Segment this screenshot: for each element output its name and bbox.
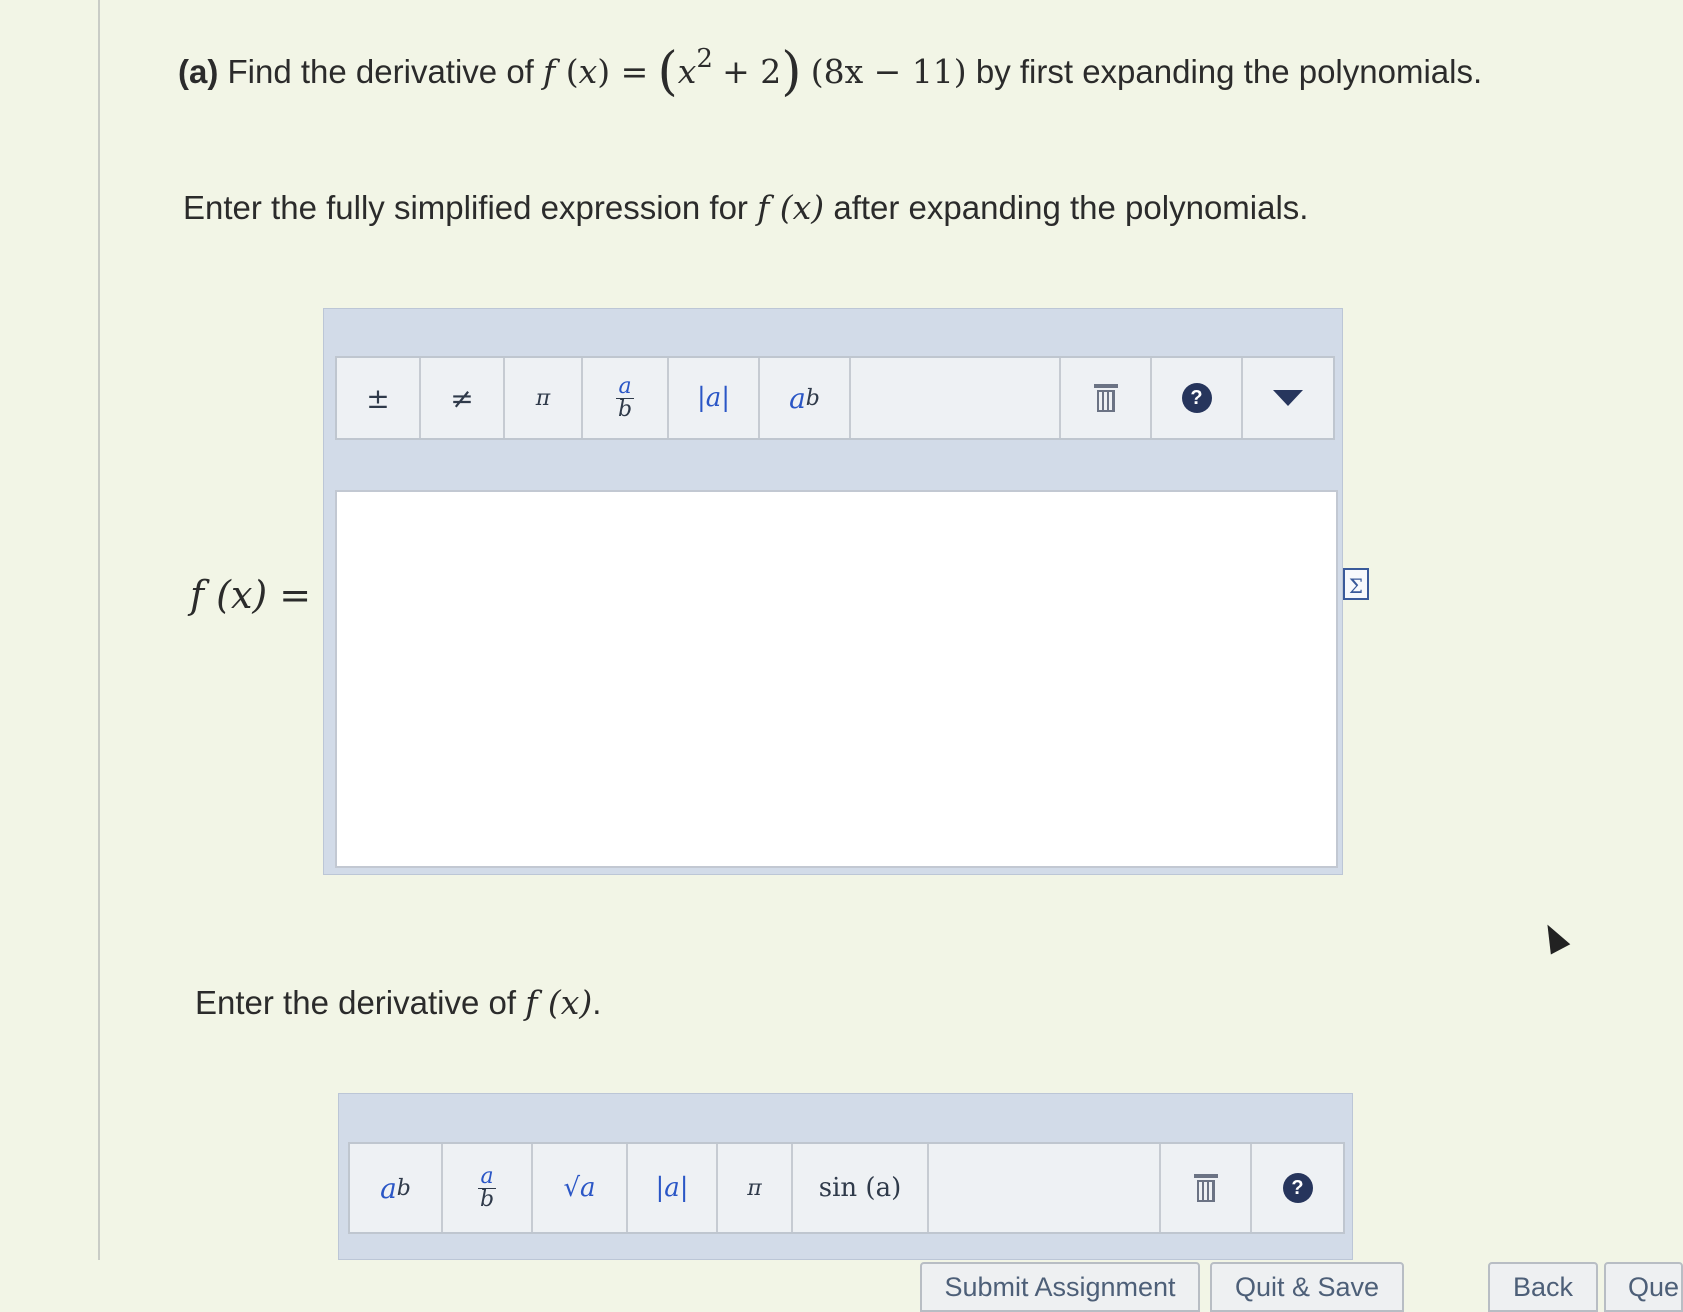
question-text-after: by first expanding the polynomials.	[975, 53, 1483, 90]
toolbar-spacer	[851, 358, 1061, 438]
question-paren-open: (	[657, 42, 678, 102]
help-icon: ?	[1282, 1173, 1313, 1203]
answer1-label: f (x) =	[190, 573, 312, 617]
more-tools-dropdown[interactable]	[1243, 358, 1333, 438]
trash-icon	[1193, 1174, 1218, 1202]
power-button-2[interactable]: ab	[350, 1144, 443, 1232]
fraction-denominator: b	[617, 396, 633, 422]
fraction-icon: a b	[616, 373, 634, 422]
absolute-value-button[interactable]: |a|	[669, 358, 760, 438]
prompt-derivative-period: .	[592, 984, 602, 1021]
prompt-derivative-fx: f (x)	[525, 983, 593, 1022]
pi-button-2[interactable]: π	[718, 1144, 793, 1232]
sin-label: sin (a)	[818, 1173, 902, 1203]
help-button-2[interactable]: ?	[1252, 1144, 1343, 1232]
fraction-numerator: a	[616, 373, 634, 399]
prompt-derivative: Enter the derivative of f (x).	[195, 983, 601, 1022]
absolute-value-label-2: |a|	[655, 1173, 689, 1203]
question-paren-close: )	[781, 42, 802, 102]
absolute-value-button-2[interactable]: |a|	[628, 1144, 718, 1232]
power-base-2: a	[380, 1171, 397, 1205]
prompt-expand: Enter the fully simplified expression fo…	[183, 188, 1308, 227]
question-base: x	[677, 52, 697, 91]
answer1-toolbar: ± ≠ π a b |a| ab ?	[335, 356, 1335, 440]
question-second-factor: (8x − 11)	[810, 52, 967, 91]
plus-minus-button[interactable]: ±	[337, 358, 421, 438]
power-exponent: b	[805, 385, 820, 411]
answer1-input[interactable]	[335, 490, 1338, 868]
pi-label-2: π	[747, 1175, 762, 1201]
not-equal-button[interactable]: ≠	[421, 358, 505, 438]
fraction-button-2[interactable]: a b	[443, 1144, 533, 1232]
question-text-before: Find the derivative of	[227, 53, 534, 90]
question-equals: =	[620, 52, 649, 91]
clear-button[interactable]	[1061, 358, 1152, 438]
question-part-label: (a)	[178, 53, 219, 90]
sqrt-button[interactable]: √a	[533, 1144, 628, 1232]
trash-icon	[1093, 384, 1118, 412]
plus-minus-label: ±	[366, 381, 390, 415]
fraction-button[interactable]: a b	[583, 358, 669, 438]
prompt-expand-text-after: after expanding the polynomials.	[833, 189, 1309, 226]
toolbar-spacer-2	[929, 1144, 1161, 1232]
not-equal-label: ≠	[450, 381, 474, 415]
dropdown-triangle-icon	[1273, 390, 1303, 406]
fraction-icon-2: a b	[478, 1163, 496, 1212]
sqrt-label: √a	[563, 1173, 596, 1203]
absolute-value-label: |a|	[696, 383, 731, 413]
clear-button-2[interactable]	[1161, 1144, 1252, 1232]
question-plus-term: + 2	[722, 52, 782, 91]
pi-label: π	[535, 385, 551, 411]
sin-button[interactable]: sin (a)	[793, 1144, 929, 1232]
prompt-derivative-text-before: Enter the derivative of	[195, 984, 517, 1021]
power-button[interactable]: ab	[760, 358, 851, 438]
power-exponent-2: b	[396, 1175, 411, 1201]
question-function-name: f	[543, 52, 556, 91]
fraction-numerator-2: a	[478, 1163, 496, 1189]
question-variable: x	[578, 52, 598, 91]
answer2-toolbar: ab a b √a |a| π sin (a) ?	[348, 1142, 1345, 1234]
help-button[interactable]: ?	[1152, 358, 1243, 438]
power-base: a	[789, 381, 806, 415]
pi-button[interactable]: π	[505, 358, 583, 438]
prompt-expand-text-before: Enter the fully simplified expression fo…	[183, 189, 748, 226]
question-exponent: 2	[696, 44, 713, 74]
fraction-denominator-2: b	[479, 1186, 495, 1212]
equation-editor-icon[interactable]: Σ	[1343, 568, 1369, 600]
help-icon: ?	[1181, 383, 1212, 413]
prompt-expand-fx: f (x)	[757, 188, 825, 227]
content-left-border	[98, 0, 100, 1260]
question-line: (a) Find the derivative of f (x) = (x2 +…	[178, 42, 1483, 102]
mouse-cursor-icon	[1537, 919, 1571, 955]
